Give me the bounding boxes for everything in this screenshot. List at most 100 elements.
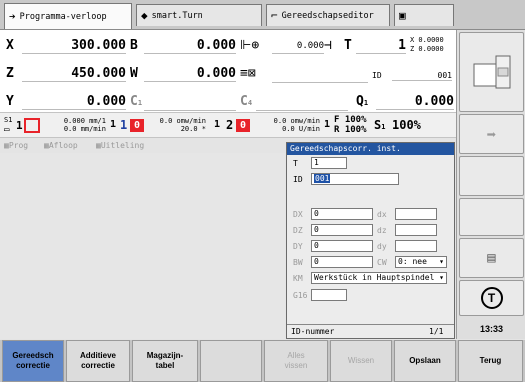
channel-2-num: 1 (214, 119, 221, 130)
rapid-override: R 100% (334, 125, 367, 135)
softkey-empty[interactable] (200, 340, 262, 382)
tab-save[interactable]: ▣ (394, 4, 454, 26)
softkey-tool-correction[interactable]: Gereedsch correctie (2, 340, 64, 382)
tool-icon: ⌐ (271, 9, 278, 22)
axis-w-label: W (130, 66, 138, 81)
feed-3-a: 0.0 omw/min (273, 117, 320, 125)
tab-smart-turn[interactable]: ◆ smart.Turn (136, 4, 262, 26)
tab-program-run[interactable]: ➔ Programma-verloop (4, 3, 132, 29)
main-view-area (0, 153, 285, 339)
axis-q1-value: 0.000 (376, 94, 454, 110)
cw-select[interactable]: 0: nee ▾ (395, 256, 447, 268)
tool-t-value: 1 (356, 38, 406, 54)
spindle-override-value: 100% (392, 118, 421, 132)
dialog-title: Gereedschapscorr. inst. (287, 143, 454, 155)
axis-w-value: 0.000 (144, 66, 236, 82)
channel-1-num: 1 (110, 119, 117, 130)
spindle-orient-icon: ⊩⊕ (240, 38, 260, 53)
dy-field[interactable]: 0 (311, 240, 373, 252)
id-label: ID (372, 71, 382, 80)
axis-z-value: 450.000 (22, 66, 126, 82)
km-label: KM (293, 274, 303, 283)
dy-incr-field[interactable] (395, 240, 437, 252)
empty-vert-button-2[interactable] (459, 198, 524, 236)
id-field[interactable]: 001 (311, 173, 399, 185)
footer-label: ID-nummer (291, 327, 335, 336)
bw-field[interactable]: 0 (311, 256, 373, 268)
tool-z-offset: Z 0.0000 (410, 45, 444, 53)
softkey-save[interactable]: Opslaan (394, 340, 456, 382)
tab-prog[interactable]: ▦Prog (4, 141, 28, 150)
tool-t-label: T (344, 38, 352, 53)
channel-3-num: 1 (324, 119, 331, 130)
g16-label: G16 (293, 291, 308, 300)
machine-view-button[interactable] (459, 32, 524, 112)
floppy-icon: ▣ (399, 9, 406, 22)
dz-incr-label: dz (377, 226, 387, 235)
steady-rest-icon: ≡⊠ (240, 66, 256, 81)
t-label: T (293, 159, 298, 168)
softkey-clear-all[interactable]: Alles vissen (264, 340, 328, 382)
feed-override: F 100% (334, 115, 367, 125)
id-label: ID (293, 175, 303, 184)
channel-1-code: 1 (120, 118, 128, 132)
id-value: 001 (392, 72, 452, 81)
dy-label: DY (293, 242, 303, 251)
channel-2-code: 2 (226, 118, 234, 132)
dy-incr-label: dy (377, 242, 387, 251)
dz-incr-field[interactable] (395, 224, 437, 236)
tool-mode-button[interactable]: T (459, 280, 524, 316)
feed-button[interactable]: ➡ (459, 114, 524, 154)
axis-z-label: Z (6, 66, 14, 81)
axis-c4-value (256, 94, 348, 111)
axis-q1-label: Q1 (356, 94, 369, 109)
dialog-footer: ID-nummer 1/1 (287, 324, 454, 338)
empty-vert-button-1[interactable] (459, 156, 524, 196)
channel-2-stop-icon: 0 (236, 119, 250, 132)
ruler-icon: ▤ (487, 250, 496, 266)
km-select[interactable]: Werkstück in Hauptspindel ▾ (311, 272, 447, 284)
footer-page: 1/1 (429, 327, 444, 336)
mode-tab-bar: ➔ Programma-verloop ◆ smart.Turn ⌐ Geree… (0, 0, 525, 30)
measure-button[interactable]: ▤ (459, 238, 524, 278)
vertical-softkey-bar: ➡ ▤ T 13:33 (456, 30, 525, 339)
feed-2-a: 0.0 omw/min (159, 117, 206, 125)
feed-1-a: 0.000 mm/1 (63, 117, 106, 125)
channel-1-stop-icon: 0 (130, 119, 144, 132)
g16-field[interactable] (311, 289, 347, 301)
feed-2-b: 20.0 * (180, 125, 206, 133)
arrow-right-icon: ➔ (9, 10, 16, 23)
axis-c4-label: C4 (240, 94, 253, 109)
spindle-s1-label: S1 (4, 116, 13, 124)
axis-x-label: X (6, 38, 14, 53)
t-field[interactable]: 1 (311, 157, 347, 169)
axis-b-label: B (130, 38, 138, 53)
tool-t-icon: T (480, 287, 503, 309)
softkey-additive-correction[interactable]: Additieve correctie (66, 340, 130, 382)
tab-label: smart.Turn (151, 10, 203, 21)
tab-tool-editor[interactable]: ⌐ Gereedschapseditor (266, 4, 390, 26)
dz-field[interactable]: 0 (311, 224, 373, 236)
softkey-magazine-table[interactable]: Magazijn- tabel (132, 340, 198, 382)
tab-label: Gereedschapseditor (281, 10, 374, 21)
dx-incr-field[interactable] (395, 208, 437, 220)
dx-incr-label: dx (377, 210, 387, 219)
axis-x-value: 300.000 (22, 38, 126, 54)
view-subtabs: ▦Prog ▦Afloop ▦Uitleling (0, 139, 285, 153)
softkey-back[interactable]: Terug (458, 340, 523, 382)
machine-graphic-icon (473, 55, 510, 89)
spindle-override-label: S1 (374, 118, 386, 132)
softkey-bar: Gereedsch correctie Additieve correctie … (0, 340, 525, 382)
softkey-clear[interactable]: Wissen (330, 340, 392, 382)
empty-field (272, 66, 368, 83)
spindle-num: 1 (16, 119, 23, 132)
dx-field[interactable]: 0 (311, 208, 373, 220)
chevron-down-icon: ▾ (439, 273, 444, 282)
arrow-right-icon: ➡ (486, 124, 497, 144)
tab-afloop[interactable]: ▦Afloop (44, 141, 78, 150)
axis-c1-label: C1 (130, 94, 143, 109)
tab-uitleling[interactable]: ▦Uitleling (96, 141, 144, 150)
cw-label: CW (377, 258, 387, 267)
axis-b-value: 0.000 (144, 38, 236, 54)
tailstock-icon: ⊣ (324, 38, 332, 53)
